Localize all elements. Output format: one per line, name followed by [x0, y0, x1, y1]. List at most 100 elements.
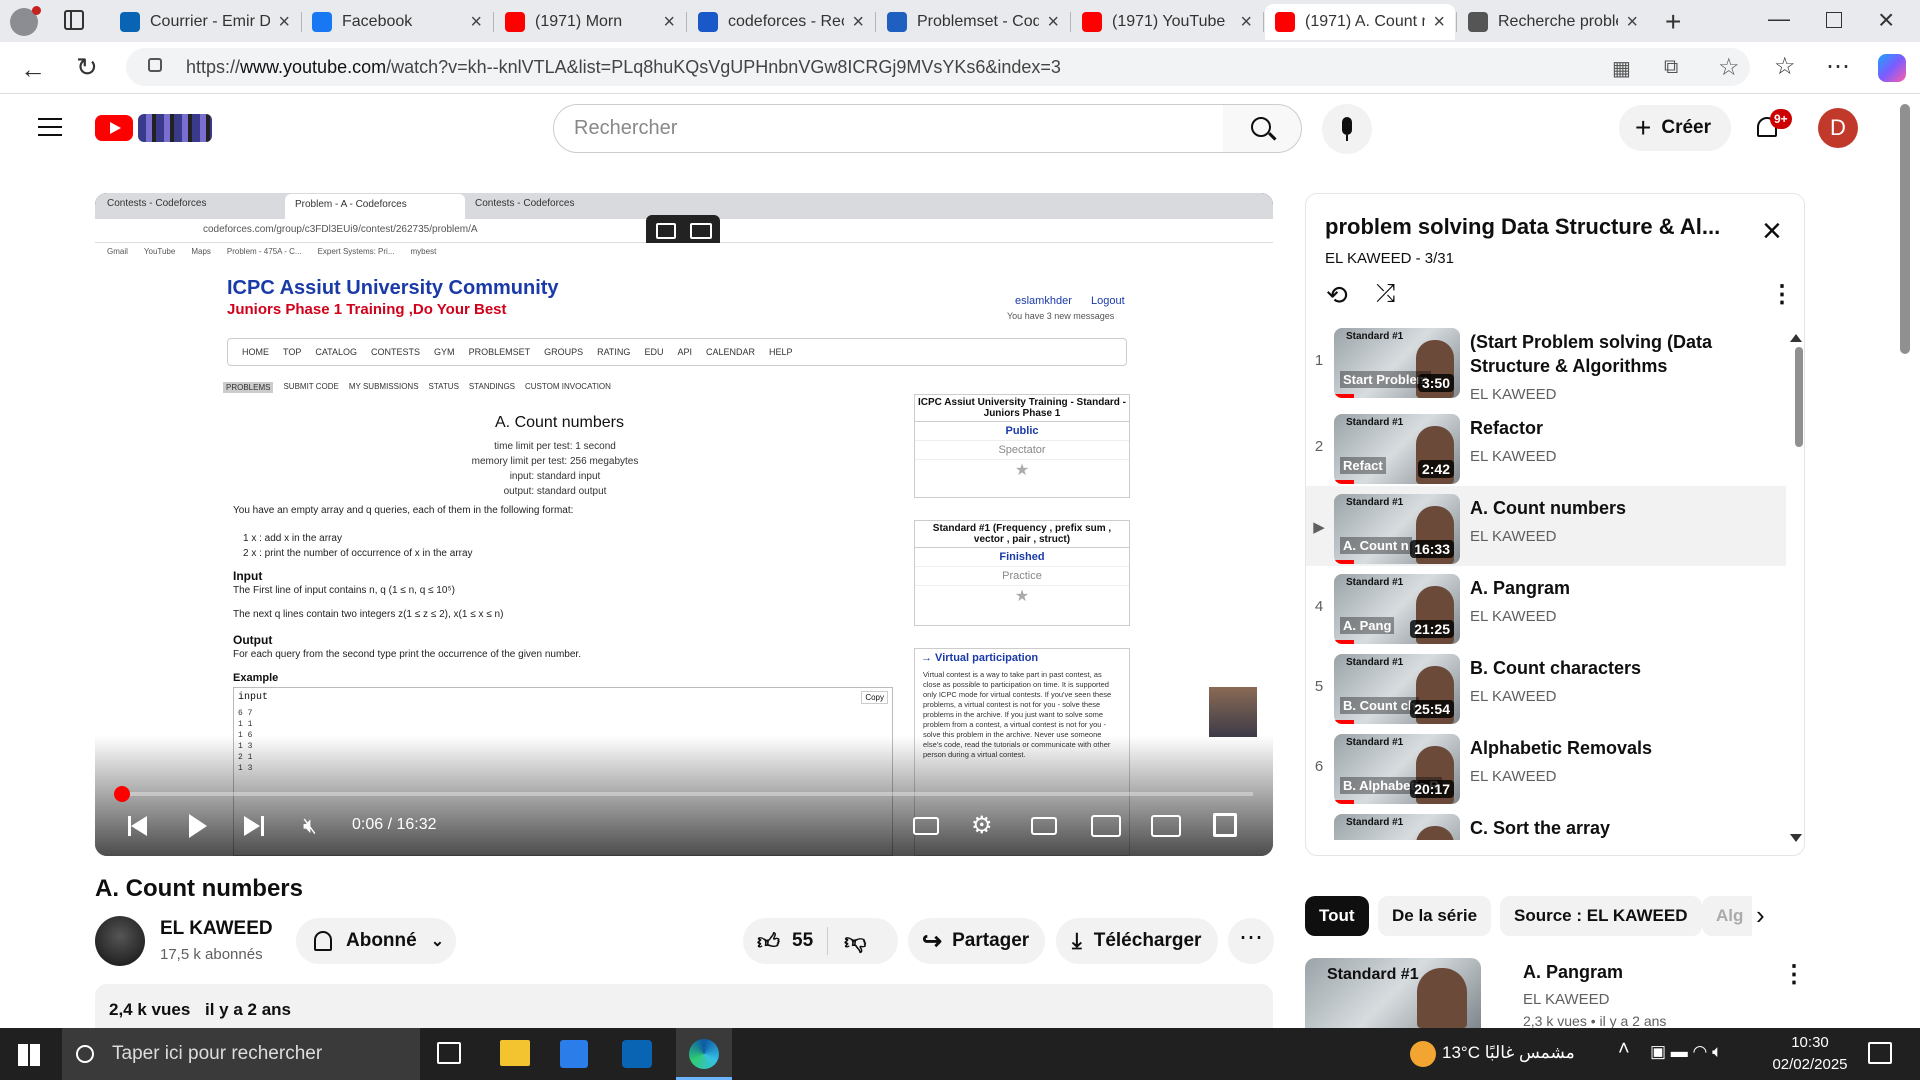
weather-text[interactable]: 13°C مشمس غالبًا	[1442, 1043, 1575, 1063]
next-icon[interactable]	[244, 816, 260, 836]
share-button[interactable]: ↪ Partager	[908, 918, 1045, 964]
close-tab-icon[interactable]: ×	[1433, 11, 1445, 34]
close-tab-icon[interactable]: ×	[1240, 11, 1252, 34]
recommended-thumbnail[interactable]: Standard #1	[1305, 958, 1481, 1028]
description-box[interactable]: 2,4 k vues il y a 2 ans	[95, 984, 1273, 1028]
profile-icon[interactable]	[10, 6, 41, 36]
taskbar-search[interactable]: Taper ici pour rechercher	[62, 1028, 420, 1080]
favorites-icon[interactable]: ☆	[1774, 52, 1796, 81]
recommended-title[interactable]: A. Pangram	[1523, 962, 1623, 983]
close-tab-icon[interactable]: ×	[278, 11, 290, 34]
outlook-icon[interactable]	[622, 1040, 652, 1068]
playlist-item-thumbnail[interactable]: Standard #1 A. Count n 16:33	[1334, 494, 1460, 564]
channel-avatar[interactable]	[95, 916, 145, 966]
file-explorer-icon[interactable]	[500, 1040, 530, 1066]
video-player[interactable]: Contests - Codeforces Problem - A - Code…	[95, 193, 1273, 856]
notifications-button[interactable]: 9+	[1754, 109, 1792, 143]
browser-tab[interactable]: (1971) A. Count n ×	[1265, 4, 1455, 40]
playlist-item[interactable]: ▶ Standard #1 A. Count n 16:33 A. Count numb…	[1307, 494, 1787, 570]
browser-tab[interactable]: (1971) YouTube ×	[1072, 4, 1262, 40]
apps-icon[interactable]: ▦	[1612, 56, 1631, 81]
close-tab-icon[interactable]: ×	[1626, 11, 1638, 34]
clock-time[interactable]: 10:30	[1770, 1034, 1850, 1051]
notifications-center-icon[interactable]	[1868, 1042, 1892, 1064]
weather-icon[interactable]	[1410, 1041, 1436, 1067]
chevron-right-icon[interactable]: ›	[1756, 900, 1765, 931]
playlist-item-thumbnail[interactable]: Standard #1 A. Pang 21:25	[1334, 574, 1460, 644]
immersive-reader-icon[interactable]: ⧉	[1664, 56, 1678, 79]
browser-tab[interactable]: Facebook ×	[302, 4, 492, 40]
chip-all[interactable]: Tout	[1305, 896, 1369, 936]
tray-chevron-icon[interactable]: ˄	[1618, 1038, 1630, 1061]
pip-icon[interactable]	[656, 223, 676, 239]
task-view-icon[interactable]	[437, 1042, 461, 1064]
search-input[interactable]: Rechercher	[553, 104, 1224, 153]
close-tab-icon[interactable]: ×	[663, 11, 675, 34]
browser-tab[interactable]: Problemset - Cod ×	[877, 4, 1069, 40]
more-actions-icon[interactable]: ⋯	[1228, 918, 1274, 964]
playlist-item-thumbnail[interactable]: Standard #1	[1334, 814, 1460, 840]
favorite-star-icon[interactable]: ☆	[1718, 53, 1740, 82]
youtube-logo-icon[interactable]	[95, 115, 133, 141]
playlist-title[interactable]: problem solving Data Structure & Al...	[1325, 214, 1720, 240]
theater-icon[interactable]	[690, 223, 712, 239]
like-icon[interactable]: 👍︎	[757, 928, 780, 955]
playlist-scrollbar[interactable]	[1795, 347, 1803, 447]
edge-taskbar-button[interactable]	[676, 1028, 732, 1080]
close-playlist-icon[interactable]: ×	[1762, 212, 1782, 251]
play-icon[interactable]	[189, 814, 207, 838]
url-field[interactable]: https://www.youtube.com/watch?v=kh--knlV…	[126, 48, 1750, 86]
voice-search-button[interactable]	[1322, 104, 1372, 154]
browser-tab[interactable]: Recherche problè ×	[1458, 4, 1648, 40]
new-tab-icon[interactable]: +	[1665, 6, 1681, 38]
close-tab-icon[interactable]: ×	[470, 11, 482, 34]
close-window-icon[interactable]: ×	[1878, 4, 1894, 36]
chip-algo[interactable]: Alg	[1702, 896, 1752, 936]
create-button[interactable]: + Créer	[1619, 105, 1731, 151]
minimize-icon[interactable]: —	[1768, 6, 1790, 32]
playlist-item[interactable]: 2 Standard #1 Refact 2:42 Refactor EL KAWEED	[1307, 414, 1787, 490]
menu-icon[interactable]	[38, 118, 62, 136]
close-tab-icon[interactable]: ×	[852, 11, 864, 34]
cast-icon[interactable]	[1151, 815, 1181, 837]
playlist-item-thumbnail[interactable]: Standard #1 Start Problem 3:50	[1334, 328, 1460, 398]
theater-mode-icon[interactable]	[1091, 815, 1121, 837]
copilot-icon[interactable]	[1878, 54, 1906, 82]
recommended-channel[interactable]: EL KAWEED	[1523, 991, 1609, 1008]
scroll-down-icon[interactable]	[1790, 834, 1802, 844]
tray-icons[interactable]: ▣ ▬ ◠ 🔈︎	[1650, 1042, 1722, 1062]
playlist-item[interactable]: 7Standard #1C. Sort the arrayEL KAWEED	[1307, 814, 1787, 840]
miniplayer-icon[interactable]	[1031, 817, 1057, 835]
download-button[interactable]: ⤓ Télécharger	[1056, 918, 1218, 964]
channel-name[interactable]: EL KAWEED	[160, 918, 273, 940]
page-scrollbar[interactable]	[1900, 104, 1910, 354]
playlist-item[interactable]: 6 Standard #1 B. Alphabetic R 20:17 Alphabet…	[1307, 734, 1787, 810]
chip-source[interactable]: Source : EL KAWEED	[1500, 896, 1702, 936]
mute-icon[interactable]: 🔇︎	[303, 813, 317, 839]
playlist-item-thumbnail[interactable]: Standard #1 B. Alphabetic R 20:17	[1334, 734, 1460, 804]
dislike-icon[interactable]: 👎︎	[844, 928, 866, 955]
playlist-item-thumbnail[interactable]: Standard #1 Refact 2:42	[1334, 414, 1460, 484]
playlist-menu-icon[interactable]: ⋮	[1770, 280, 1794, 309]
loop-icon[interactable]: ⟲	[1326, 280, 1348, 311]
progress-track[interactable]	[113, 786, 1253, 802]
like-count[interactable]: 55	[792, 930, 813, 952]
chip-series[interactable]: De la série	[1378, 896, 1492, 936]
shuffle-icon[interactable]: ⤮	[1376, 280, 1395, 308]
scroll-up-icon[interactable]	[1790, 332, 1802, 342]
subscribed-button[interactable]: Abonné ⌄	[296, 918, 456, 964]
progress-scrubber[interactable]	[113, 786, 130, 802]
refresh-icon[interactable]: ↻	[76, 52, 98, 83]
clock-date[interactable]: 02/02/2025	[1770, 1056, 1850, 1073]
browser-tab[interactable]: codeforces - Rech ×	[688, 4, 874, 40]
search-button[interactable]	[1223, 104, 1302, 153]
previous-icon[interactable]	[131, 816, 147, 836]
playlist-item-thumbnail[interactable]: Standard #1 B. Count ch 25:54	[1334, 654, 1460, 724]
windows-start-icon[interactable]	[18, 1044, 40, 1066]
browser-tab[interactable]: Courrier - Emir D ×	[110, 4, 300, 40]
back-icon[interactable]: ←	[20, 54, 46, 85]
recommended-menu-icon[interactable]: ⋮	[1782, 960, 1806, 989]
store-icon[interactable]	[560, 1040, 588, 1068]
browser-tab[interactable]: (1971) Morn ×	[495, 4, 685, 40]
playlist-item[interactable]: 1 Standard #1 Start Problem 3:50 (Start Prob…	[1307, 328, 1787, 404]
